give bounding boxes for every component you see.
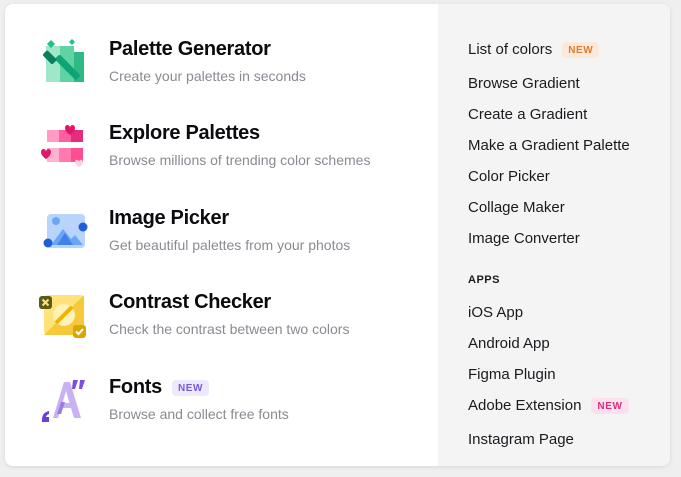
link-instagram-page[interactable]: Instagram Page [468, 431, 574, 448]
link-label: Adobe Extension [468, 397, 582, 414]
link-create-gradient[interactable]: Create a Gradient [468, 106, 587, 123]
link-browse-gradient[interactable]: Browse Gradient [468, 75, 580, 92]
image-picker-icon [39, 207, 89, 257]
tool-image-picker[interactable]: Image Picker Get beautiful palettes from… [39, 207, 429, 267]
tool-palette-generator[interactable]: Palette Generator Create your palettes i… [39, 38, 429, 98]
apps-heading: APPS [468, 274, 500, 286]
new-badge: NEW [171, 379, 210, 396]
tool-title: Contrast Checker [109, 291, 271, 313]
tool-description: Browse millions of trending color scheme… [109, 152, 371, 168]
new-badge: NEW [591, 397, 629, 414]
link-label: List of colors [468, 41, 553, 58]
tool-title: Explore Palettes [109, 122, 260, 144]
link-color-picker[interactable]: Color Picker [468, 168, 550, 185]
tool-contrast-checker[interactable]: Contrast Checker Check the contrast betw… [39, 291, 429, 351]
link-figma-plugin[interactable]: Figma Plugin [468, 366, 556, 383]
link-ios-app[interactable]: iOS App [468, 304, 523, 321]
tool-title: Palette Generator [109, 38, 271, 60]
fonts-icon [39, 376, 89, 426]
tools-dropdown-menu: Palette Generator Create your palettes i… [5, 4, 670, 466]
tool-title-row: Fonts NEW [109, 376, 210, 399]
tool-description: Browse and collect free fonts [109, 406, 289, 422]
link-collage-maker[interactable]: Collage Maker [468, 199, 565, 216]
tool-description: Get beautiful palettes from your photos [109, 237, 351, 253]
link-make-gradient-palette[interactable]: Make a Gradient Palette [468, 137, 630, 154]
link-image-converter[interactable]: Image Converter [468, 230, 580, 247]
tool-explore-palettes[interactable]: Explore Palettes Browse millions of tren… [39, 122, 429, 182]
tool-title: Image Picker [109, 207, 229, 229]
tool-description: Create your palettes in seconds [109, 68, 306, 84]
new-badge: NEW [562, 41, 600, 58]
link-list-of-colors[interactable]: List of colors NEW [468, 41, 600, 58]
tool-description: Check the contrast between two colors [109, 321, 350, 337]
palettes-hearts-icon [39, 122, 89, 172]
links-column: List of colors NEW Browse Gradient Creat… [438, 4, 670, 466]
tool-fonts[interactable]: Fonts NEW Browse and collect free fonts [39, 376, 429, 436]
link-adobe-extension[interactable]: Adobe Extension NEW [468, 397, 629, 414]
contrast-check-icon [39, 291, 89, 341]
tool-title: Fonts [109, 376, 162, 398]
magic-wand-icon [39, 38, 89, 88]
link-android-app[interactable]: Android App [468, 335, 550, 352]
tools-column: Palette Generator Create your palettes i… [5, 4, 438, 466]
